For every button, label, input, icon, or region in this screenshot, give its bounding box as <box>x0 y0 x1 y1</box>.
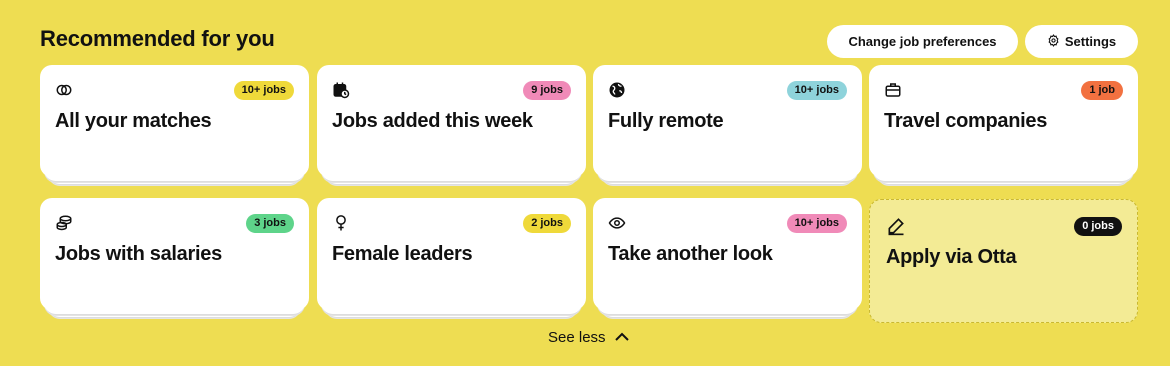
female-symbol-icon <box>332 214 350 232</box>
job-count-badge: 3 jobs <box>246 214 294 233</box>
job-count-badge: 1 job <box>1081 81 1123 100</box>
settings-label: Settings <box>1064 34 1117 49</box>
settings-button[interactable]: Settings <box>1025 25 1138 58</box>
card-title: Travel companies <box>884 110 1048 132</box>
card-title: All your matches <box>55 110 212 132</box>
card-title: Jobs with salaries <box>55 243 222 265</box>
gear-icon <box>1047 33 1060 50</box>
card-title: Take another look <box>608 243 773 265</box>
card-travel-companies[interactable]: 1 job Travel companies <box>869 65 1138 185</box>
job-count-badge: 10+ jobs <box>786 81 847 100</box>
job-count-badge: 2 jobs <box>523 214 571 233</box>
calendar-clock-icon <box>332 81 350 99</box>
job-count-badge: 9 jobs <box>523 81 571 100</box>
card-title: Fully remote <box>608 110 724 132</box>
see-less-button[interactable]: See less <box>548 329 630 346</box>
change-job-preferences-label: Change job preferences <box>848 34 997 49</box>
see-less-label: See less <box>548 329 606 346</box>
job-count-badge: 0 jobs <box>1074 217 1122 236</box>
card-female-leaders[interactable]: 2 jobs Female leaders <box>317 198 586 318</box>
card-jobs-with-salaries[interactable]: 3 jobs Jobs with salaries <box>40 198 309 318</box>
globe-icon <box>608 81 626 99</box>
pencil-icon <box>886 216 906 236</box>
card-title: Female leaders <box>332 243 473 265</box>
card-jobs-added-this-week[interactable]: 9 jobs Jobs added this week <box>317 65 586 185</box>
change-job-preferences-button[interactable]: Change job preferences <box>827 25 1018 58</box>
card-all-your-matches[interactable]: 10+ jobs All your matches <box>40 65 309 185</box>
card-fully-remote[interactable]: 10+ jobs Fully remote <box>593 65 862 185</box>
job-count-badge: 10+ jobs <box>786 214 847 233</box>
eye-icon <box>608 214 626 232</box>
briefcase-icon <box>884 81 902 99</box>
card-take-another-look[interactable]: 10+ jobs Take another look <box>593 198 862 318</box>
card-apply-via-otta[interactable]: 0 jobs Apply via Otta <box>869 199 1138 323</box>
job-count-badge: 10+ jobs <box>233 81 294 100</box>
card-title: Apply via Otta <box>886 246 1017 268</box>
chevron-up-icon <box>614 329 630 346</box>
overlapping-circles-icon <box>55 81 73 99</box>
coins-stack-icon <box>55 214 73 232</box>
card-title: Jobs added this week <box>332 110 533 132</box>
page-title: Recommended for you <box>40 26 275 51</box>
